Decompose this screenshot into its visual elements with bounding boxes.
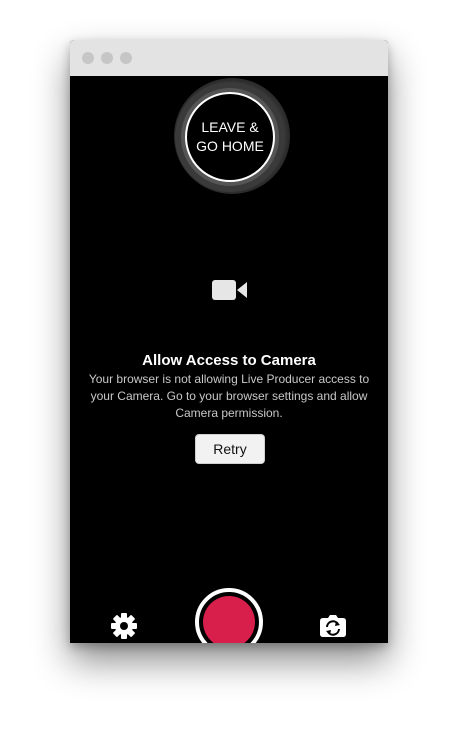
window-titlebar: [70, 40, 388, 76]
leave-label-line2: GO HOME: [196, 138, 264, 154]
record-button[interactable]: [195, 588, 263, 643]
retry-button[interactable]: Retry: [195, 434, 265, 464]
flip-camera-button[interactable]: [318, 612, 348, 640]
window-minimize-dot[interactable]: [101, 52, 113, 64]
camera-flip-icon: [320, 615, 346, 637]
leave-go-home-button[interactable]: LEAVE & GO HOME: [185, 92, 275, 182]
settings-button[interactable]: [108, 610, 140, 642]
app-window: LEAVE & GO HOME Allow Access to Camera Y…: [70, 40, 388, 643]
record-icon: [203, 596, 255, 643]
camera-notice-message: Your browser is not allowing Live Produc…: [88, 372, 370, 420]
video-camera-icon: [212, 280, 247, 300]
leave-label-line1: LEAVE &: [201, 119, 259, 135]
camera-notice-title: Allow Access to Camera: [142, 352, 316, 369]
window-maximize-dot[interactable]: [120, 52, 132, 64]
window-close-dot[interactable]: [82, 52, 94, 64]
gear-icon: [111, 613, 137, 639]
camera-screen: LEAVE & GO HOME Allow Access to Camera Y…: [70, 76, 388, 643]
